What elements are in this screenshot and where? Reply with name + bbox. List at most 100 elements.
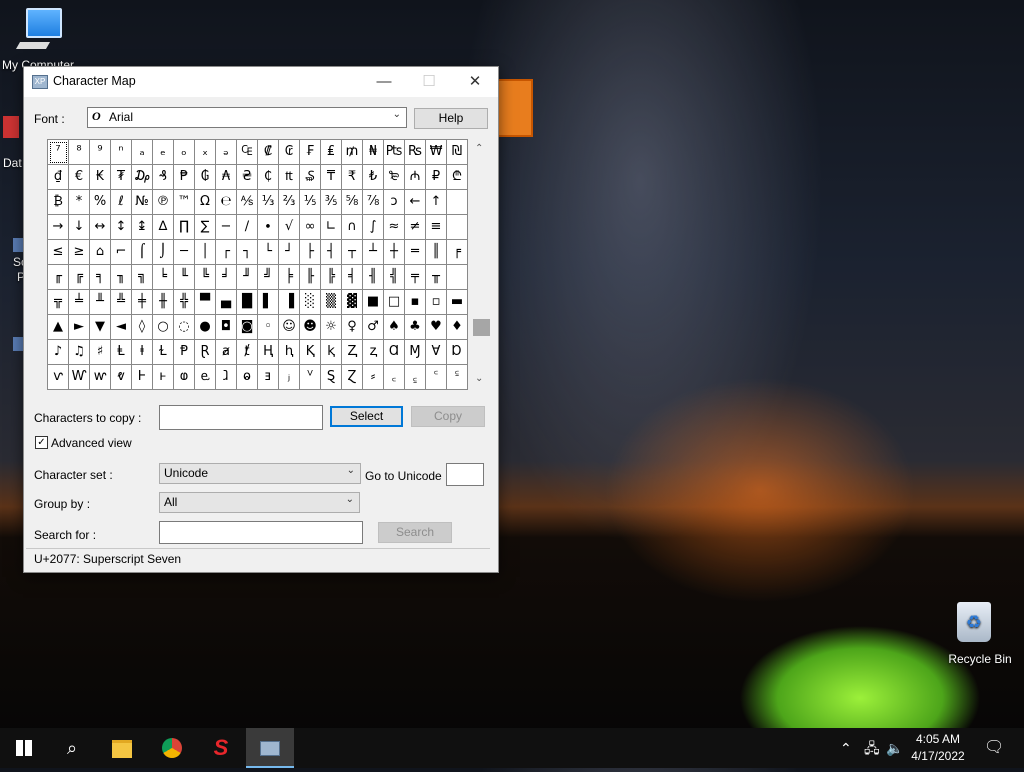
character-cell[interactable]: ╟ <box>300 265 321 290</box>
character-cell[interactable]: ⱹ <box>216 365 237 390</box>
character-cell[interactable]: √ <box>279 215 300 240</box>
character-cell[interactable]: ₓ <box>195 140 216 165</box>
character-cell[interactable]: Ω <box>195 190 216 215</box>
character-cell[interactable]: ℗ <box>153 190 174 215</box>
character-cell[interactable]: ₳ <box>216 165 237 190</box>
character-cell[interactable]: Ᵽ <box>174 340 195 365</box>
character-cell[interactable]: ₡ <box>258 140 279 165</box>
character-cell[interactable]: ⁸ <box>69 140 90 165</box>
character-cell[interactable]: ◦ <box>258 315 279 340</box>
character-cell[interactable]: ┼ <box>384 240 405 265</box>
character-cell[interactable]: ₯ <box>132 165 153 190</box>
character-cell[interactable]: ⱼ <box>279 365 300 390</box>
font-dropdown[interactable]: O Arial ⌄ <box>87 107 407 128</box>
character-cell[interactable]: ₫ <box>48 165 69 190</box>
character-cell[interactable]: ↓ <box>69 215 90 240</box>
character-cell[interactable]: ⁹ <box>90 140 111 165</box>
character-cell[interactable]: ░ <box>300 290 321 315</box>
character-cell[interactable]: ⱴ <box>111 365 132 390</box>
character-cell[interactable]: █ <box>237 290 258 315</box>
character-cell[interactable]: ⱻ <box>258 365 279 390</box>
character-cell[interactable]: Ⱨ <box>258 340 279 365</box>
character-cell[interactable]: ♦ <box>447 315 468 340</box>
character-cell[interactable]: ▪ <box>405 290 426 315</box>
character-cell[interactable]: ∞ <box>300 215 321 240</box>
character-cell[interactable]: ◌ <box>174 315 195 340</box>
character-cell[interactable]: Ⱳ <box>69 365 90 390</box>
character-cell[interactable]: ₠ <box>237 140 258 165</box>
help-button[interactable]: Help <box>414 108 488 129</box>
character-cell[interactable]: ▬ <box>447 290 468 315</box>
character-cell[interactable]: ₦ <box>363 140 384 165</box>
character-cell[interactable]: ╗ <box>132 265 153 290</box>
character-cell[interactable]: ╚ <box>195 265 216 290</box>
character-cell[interactable]: − <box>216 215 237 240</box>
character-cell[interactable]: ┤ <box>321 240 342 265</box>
character-cell[interactable]: ▌ <box>258 290 279 315</box>
search-for-input[interactable] <box>159 521 363 544</box>
character-cell[interactable]: ↄ <box>384 190 405 215</box>
character-cell[interactable]: ⅞ <box>363 190 384 215</box>
character-cell[interactable]: ⌐ <box>111 240 132 265</box>
character-cell[interactable]: ₑ <box>153 140 174 165</box>
character-cell[interactable]: ╞ <box>279 265 300 290</box>
character-cell[interactable]: ⱱ <box>48 365 69 390</box>
character-cell[interactable]: ╝ <box>258 265 279 290</box>
character-cell[interactable]: ▐ <box>279 290 300 315</box>
search-icon[interactable]: ⌕ <box>48 728 96 768</box>
character-cell[interactable]: □ <box>384 290 405 315</box>
character-cell[interactable]: ┐ <box>237 240 258 265</box>
character-cell[interactable]: % <box>90 190 111 215</box>
advanced-view-checkbox[interactable]: ✓ <box>35 436 48 449</box>
character-cell[interactable]: ⌂ <box>90 240 111 265</box>
character-cell[interactable]: └ <box>258 240 279 265</box>
character-cell[interactable] <box>447 190 468 215</box>
title-bar[interactable]: XP Character Map — ☐ ✕ <box>24 67 498 97</box>
character-cell[interactable]: ₸ <box>321 165 342 190</box>
character-cell[interactable]: ╤ <box>405 265 426 290</box>
character-cell[interactable]: ╥ <box>426 265 447 290</box>
charmap-taskbar-button[interactable] <box>246 728 294 768</box>
character-cell[interactable]: ↔ <box>90 215 111 240</box>
scroll-down-icon[interactable]: ⌄ <box>475 373 483 384</box>
volume-icon[interactable]: 🔈 <box>886 728 903 768</box>
character-cell[interactable]: ♯ <box>90 340 111 365</box>
character-cell[interactable]: ║ <box>426 240 447 265</box>
character-cell[interactable]: ⱡ <box>132 340 153 365</box>
character-cell[interactable]: ꜃ <box>447 365 468 390</box>
character-cell[interactable]: Ⱡ <box>111 340 132 365</box>
character-cell[interactable]: ╨ <box>90 290 111 315</box>
character-cell[interactable]: ⱽ <box>300 365 321 390</box>
character-cell[interactable]: ♂ <box>363 315 384 340</box>
grid-scrollbar[interactable]: ⌃ ⌄ <box>471 139 491 391</box>
character-cell[interactable]: ⅕ <box>300 190 321 215</box>
character-cell[interactable]: ≥ <box>69 240 90 265</box>
scroll-up-icon[interactable]: ⌃ <box>475 143 483 154</box>
character-cell[interactable]: ☼ <box>321 315 342 340</box>
character-cell[interactable]: ╡ <box>342 265 363 290</box>
scrollbar-thumb[interactable] <box>473 319 490 336</box>
character-cell[interactable]: ₷ <box>300 165 321 190</box>
character-cell[interactable]: ☺ <box>279 315 300 340</box>
search-button[interactable]: Search <box>378 522 452 543</box>
notifications-icon[interactable]: 🗨 <box>984 728 1004 768</box>
character-cell[interactable]: ☻ <box>300 315 321 340</box>
character-cell[interactable]: ↨ <box>132 215 153 240</box>
character-cell[interactable]: ╛ <box>216 265 237 290</box>
character-cell[interactable]: ┌ <box>216 240 237 265</box>
character-cell[interactable]: ╢ <box>363 265 384 290</box>
character-cell[interactable]: ₹ <box>342 165 363 190</box>
character-cell[interactable]: ╔ <box>69 265 90 290</box>
character-cell[interactable]: ⁿ <box>111 140 132 165</box>
chrome-icon[interactable] <box>148 728 196 768</box>
character-cell[interactable]: ⅔ <box>279 190 300 215</box>
character-cell[interactable]: ₴ <box>237 165 258 190</box>
character-cell[interactable]: ≈ <box>384 215 405 240</box>
character-cell[interactable]: ▀ <box>195 290 216 315</box>
character-cell[interactable]: ╕ <box>90 265 111 290</box>
character-cell[interactable]: ⅝ <box>342 190 363 215</box>
windows-start-icon[interactable] <box>0 728 48 768</box>
character-cell[interactable]: № <box>132 190 153 215</box>
character-cell[interactable]: ← <box>405 190 426 215</box>
character-cell[interactable]: ⌠ <box>132 240 153 265</box>
